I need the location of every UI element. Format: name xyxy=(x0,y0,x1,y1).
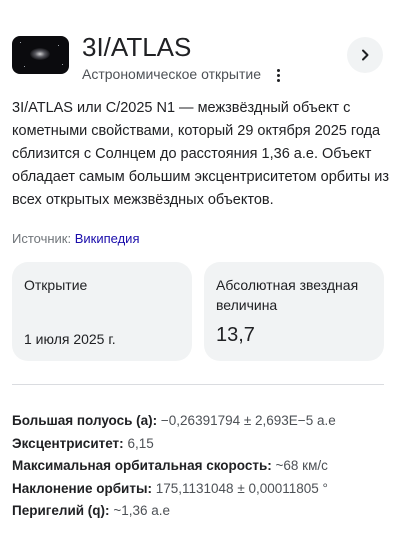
fact-value: ~68 км/с xyxy=(275,458,328,473)
fact-label: Большая полуось (a): xyxy=(12,413,158,428)
entity-title: 3I/ATLAS xyxy=(82,32,192,62)
entity-subtitle: Астрономическое открытие xyxy=(82,66,261,82)
source-line: Источник: Википедия xyxy=(12,230,140,248)
fact-value: ~1,36 а.е xyxy=(113,503,170,518)
fact-label: Перигелий (q): xyxy=(12,503,110,518)
divider xyxy=(12,384,384,385)
magnitude-label: Абсолютная звездная величина xyxy=(216,277,359,313)
entity-header: 3I/ATLAS Астрономическое открытие xyxy=(12,32,392,92)
fact-label: Эксцентриситет: xyxy=(12,435,124,451)
fact-eccentricity: Эксцентриситет: 6,15 xyxy=(12,433,397,456)
discovery-card[interactable]: Открытие 1 июля 2025 г. xyxy=(12,262,192,361)
source-link[interactable]: Википедия xyxy=(75,231,140,246)
next-button[interactable] xyxy=(347,37,383,73)
fact-max-orbital-speed: Максимальная орбитальная скорость: ~68 к… xyxy=(12,455,397,478)
fact-perihelion: Перигелий (q): ~1,36 а.е xyxy=(12,500,397,523)
chevron-right-icon xyxy=(362,49,369,61)
comet-thumbnail[interactable] xyxy=(12,36,69,74)
magnitude-value: 13,7 xyxy=(216,324,255,346)
facts-list: Большая полуось (a): −0,26391794 ± 2,693… xyxy=(12,410,397,523)
star-dot xyxy=(24,66,25,67)
fact-label: Наклонение орбиты: xyxy=(12,480,152,496)
more-vert-icon[interactable] xyxy=(272,66,284,84)
comet-glow xyxy=(30,48,50,60)
source-label: Источник: xyxy=(12,231,72,246)
fact-semi-major-axis: Большая полуось (a): −0,26391794 ± 2,693… xyxy=(12,410,397,433)
entity-description: 3I/ATLAS или C/2025 N1 — межзвёздный объ… xyxy=(12,100,390,208)
discovery-value: 1 июля 2025 г. xyxy=(24,331,116,347)
star-dot xyxy=(62,64,63,65)
fact-value: −0,26391794 ± 2,693E−5 а.е xyxy=(160,413,336,428)
magnitude-card[interactable]: Абсолютная звездная величина 13,7 xyxy=(204,262,384,361)
fact-inclination: Наклонение орбиты: 175,1131048 ± 0,00011… xyxy=(12,478,397,501)
fact-value: 175,1131048 ± 0,00011805 ° xyxy=(155,480,328,496)
discovery-label: Открытие xyxy=(24,277,88,293)
fact-label: Максимальная орбитальная скорость: xyxy=(12,458,272,473)
star-dot xyxy=(20,42,21,43)
star-dot xyxy=(58,45,59,46)
fact-value: 6,15 xyxy=(127,435,154,451)
